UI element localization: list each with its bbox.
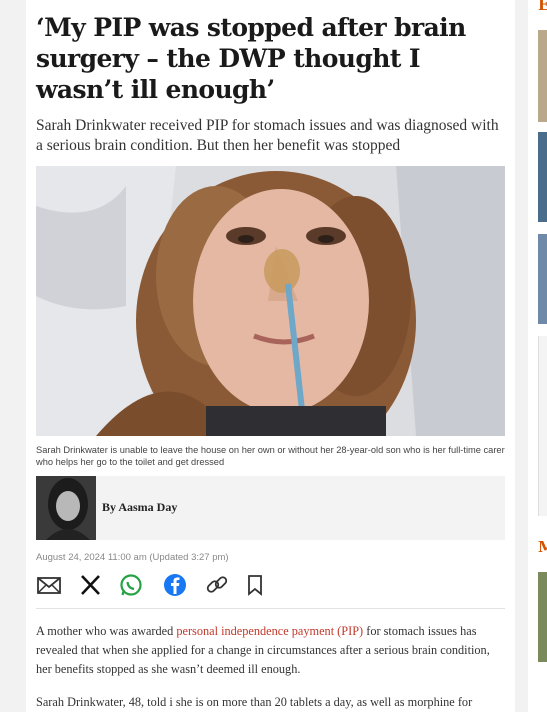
article: ‘My PIP was stopped after brain surgery … [26, 0, 515, 712]
hero-image[interactable] [36, 166, 505, 436]
hero-caption: Sarah Drinkwater is unable to leave the … [36, 445, 505, 467]
x-icon[interactable] [78, 572, 106, 600]
headline: ‘My PIP was stopped after brain surgery … [36, 13, 466, 104]
rail-thumbnail[interactable] [538, 132, 547, 222]
rail-ad-slot[interactable] [538, 336, 547, 516]
article-paragraph: A mother who was awarded personal indepe… [36, 622, 505, 679]
paragraph-text: A mother who was awarded [36, 624, 177, 638]
rail-heading: M [538, 538, 547, 556]
whatsapp-icon[interactable] [118, 572, 146, 600]
hero-photo-illustration [36, 166, 505, 436]
divider [36, 608, 505, 609]
pip-link[interactable]: personal independence payment (PIP) [176, 624, 363, 638]
right-rail: E M [528, 0, 547, 712]
author-avatar[interactable] [36, 476, 96, 540]
facebook-icon[interactable] [162, 572, 190, 600]
rail-heading: E [538, 0, 547, 14]
publish-date: August 24, 2024 11:00 am (Updated 3:27 p… [36, 552, 229, 563]
rail-thumbnail[interactable] [538, 234, 547, 324]
standfirst: Sarah Drinkwater received PIP for stomac… [36, 117, 499, 154]
author-name[interactable]: By Aasma Day [102, 500, 177, 515]
rail-thumbnail[interactable] [538, 30, 547, 122]
link-icon[interactable] [204, 572, 232, 600]
article-paragraph: Sarah Drinkwater, 48, told i she is on m… [36, 695, 473, 709]
byline-box: By Aasma Day [36, 476, 505, 540]
bookmark-icon[interactable] [242, 572, 270, 600]
author-avatar-illustration [36, 476, 96, 540]
rail-thumbnail[interactable] [538, 572, 547, 662]
email-icon[interactable] [36, 572, 64, 600]
